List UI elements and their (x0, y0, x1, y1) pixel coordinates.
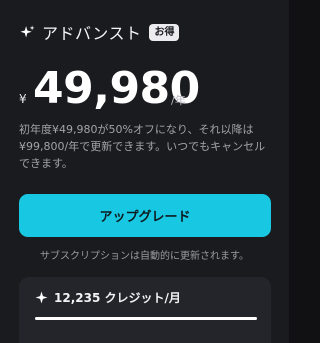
price-unit: /年 (171, 94, 186, 107)
pricing-description: 初年度¥49,980が50%オフになり、それ以降は¥99,800/年で更新できま… (19, 123, 266, 170)
plan-header: アドバンスト お得 (19, 22, 180, 43)
credits-progress-track (35, 317, 257, 320)
credits-panel: 12,235 クレジット/月 (19, 277, 271, 343)
deal-badge: お得 (149, 23, 180, 41)
plan-card: アドバンスト お得 ¥ 49,980 /年 初年度¥49,980が50%オフにな… (0, 0, 289, 343)
auto-renew-note: サブスクリプションは自動的に更新されます。 (40, 251, 249, 262)
credits-progress-fill (35, 317, 257, 320)
credits-row: 12,235 クレジット/月 (35, 289, 181, 306)
plan-name: アドバンスト (42, 24, 142, 43)
upgrade-button[interactable]: アップグレード (19, 194, 271, 237)
sparkle-icon (20, 24, 35, 37)
sparkle-icon (35, 291, 48, 304)
monthly-credits-label: 12,235 クレジット/月 (54, 291, 181, 305)
currency-symbol: ¥ (19, 92, 27, 106)
